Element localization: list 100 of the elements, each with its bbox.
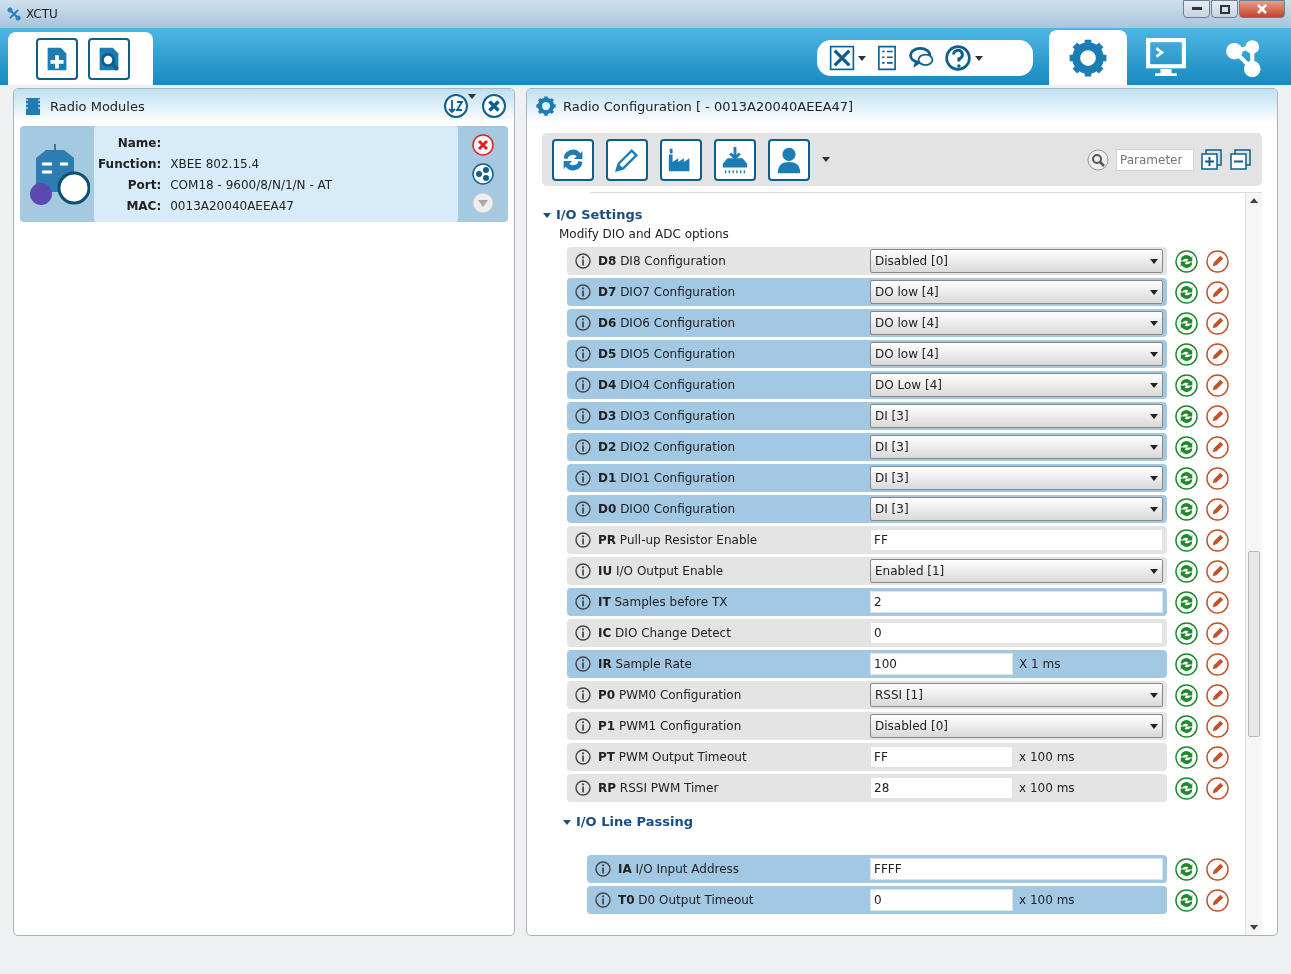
pencil-icon[interactable]	[1206, 435, 1229, 459]
value-field[interactable]: FF	[870, 746, 1013, 768]
value-dropdown[interactable]: Enabled [1]	[870, 559, 1163, 583]
value-dropdown[interactable]: DI [3]	[870, 466, 1163, 490]
info-icon[interactable]	[575, 501, 591, 517]
pencil-icon[interactable]	[1206, 342, 1229, 366]
pencil-icon[interactable]	[1206, 714, 1229, 738]
info-icon[interactable]	[575, 532, 591, 548]
pencil-icon[interactable]	[1206, 683, 1229, 707]
info-icon[interactable]	[595, 861, 611, 877]
refresh-icon[interactable]	[1175, 466, 1198, 490]
value-field[interactable]: 2	[870, 591, 1163, 613]
value-dropdown[interactable]: DO low [4]	[870, 342, 1163, 366]
section-header[interactable]: I/O Line Passing	[562, 814, 693, 829]
default-button[interactable]	[660, 138, 702, 181]
pencil-icon[interactable]	[1206, 857, 1229, 881]
remove-button[interactable]	[472, 134, 494, 156]
pencil-icon[interactable]	[1206, 280, 1229, 304]
info-icon[interactable]	[575, 408, 591, 424]
refresh-icon[interactable]	[1175, 776, 1198, 800]
close-button[interactable]	[1239, 0, 1285, 18]
pencil-icon[interactable]	[1206, 745, 1229, 769]
profile-button[interactable]	[768, 138, 810, 181]
info-icon[interactable]	[575, 315, 591, 331]
refresh-icon[interactable]	[1175, 404, 1198, 428]
pencil-icon[interactable]	[1206, 559, 1229, 583]
value-field[interactable]: 0	[870, 622, 1163, 644]
view-tab[interactable]	[1049, 30, 1127, 85]
info-icon[interactable]	[575, 749, 591, 765]
value-field[interactable]: FFFF	[870, 858, 1163, 880]
refresh-icon[interactable]	[1175, 311, 1198, 335]
add-device-button[interactable]	[36, 37, 78, 80]
scrollbar[interactable]	[1245, 193, 1262, 935]
value-dropdown[interactable]: DI [3]	[870, 435, 1163, 459]
refresh-icon[interactable]	[1175, 683, 1198, 707]
expand-all-icon[interactable]	[1201, 148, 1223, 171]
refresh-icon[interactable]	[1175, 435, 1198, 459]
parameter-search-field[interactable]: Parameter	[1116, 148, 1194, 171]
refresh-icon[interactable]	[1175, 528, 1198, 552]
refresh-icon[interactable]	[1175, 590, 1198, 614]
pencil-icon[interactable]	[1206, 373, 1229, 397]
refresh-icon[interactable]	[1175, 621, 1198, 645]
help-menu-button[interactable]	[944, 44, 983, 72]
pencil-icon[interactable]	[1206, 621, 1229, 645]
refresh-icon[interactable]	[1175, 888, 1198, 912]
refresh-icon[interactable]	[1175, 559, 1198, 583]
pencil-icon[interactable]	[1206, 311, 1229, 335]
info-icon[interactable]	[595, 892, 611, 908]
refresh-icon[interactable]	[1175, 857, 1198, 881]
info-icon[interactable]	[575, 346, 591, 362]
value-field[interactable]: 0	[870, 889, 1013, 911]
info-icon[interactable]	[575, 687, 591, 703]
pencil-icon[interactable]	[1206, 249, 1229, 273]
minimize-button[interactable]	[1183, 0, 1210, 18]
pencil-icon[interactable]	[1206, 466, 1229, 490]
close-panel-button[interactable]	[482, 94, 506, 118]
value-dropdown[interactable]: DO low [4]	[870, 280, 1163, 304]
value-dropdown[interactable]: Disabled [0]	[870, 249, 1163, 273]
update-button[interactable]	[714, 138, 756, 181]
value-field[interactable]: 100	[870, 653, 1013, 675]
scroll-thumb[interactable]	[1248, 551, 1260, 737]
value-dropdown[interactable]: DO low [4]	[870, 311, 1163, 335]
collapse-all-icon[interactable]	[1230, 148, 1252, 171]
pencil-icon[interactable]	[1206, 404, 1229, 428]
module-card[interactable]: Name: Function: XBEE 802.15.4 Port: COM18 - 9600/8/N/1/N - AT MAC: 0013A20040AEEA47	[20, 126, 508, 222]
pencil-icon[interactable]	[1206, 528, 1229, 552]
value-field[interactable]: 28	[870, 777, 1013, 799]
info-icon[interactable]	[575, 377, 591, 393]
write-button[interactable]	[606, 138, 648, 181]
info-icon[interactable]	[575, 470, 591, 486]
info-icon[interactable]	[575, 718, 591, 734]
pencil-icon[interactable]	[1206, 652, 1229, 676]
maximize-button[interactable]	[1211, 0, 1238, 18]
pencil-icon[interactable]	[1206, 497, 1229, 521]
value-dropdown[interactable]: DO Low [4]	[870, 373, 1163, 397]
discover-devices-button[interactable]	[88, 37, 130, 80]
refresh-icon[interactable]	[1175, 714, 1198, 738]
info-icon[interactable]	[575, 594, 591, 610]
network-button[interactable]	[472, 163, 494, 185]
refresh-icon[interactable]	[1175, 745, 1198, 769]
section-header[interactable]: I/O Settings	[542, 207, 643, 222]
pencil-icon[interactable]	[1206, 776, 1229, 800]
refresh-icon[interactable]	[1175, 280, 1198, 304]
tools-menu-button[interactable]	[829, 45, 866, 71]
refresh-icon[interactable]	[1175, 342, 1198, 366]
info-icon[interactable]	[575, 656, 591, 672]
refresh-icon[interactable]	[1175, 652, 1198, 676]
value-dropdown[interactable]: RSSI [1]	[870, 683, 1163, 707]
info-icon[interactable]	[575, 439, 591, 455]
info-icon[interactable]	[575, 284, 591, 300]
pencil-icon[interactable]	[1206, 590, 1229, 614]
sort-menu-button[interactable]	[444, 94, 476, 118]
value-dropdown[interactable]: DI [3]	[870, 404, 1163, 428]
refresh-icon[interactable]	[1175, 373, 1198, 397]
info-icon[interactable]	[575, 780, 591, 796]
refresh-icon[interactable]	[1175, 249, 1198, 273]
pencil-icon[interactable]	[1206, 888, 1229, 912]
refresh-icon[interactable]	[1175, 497, 1198, 521]
value-field[interactable]: FF	[870, 529, 1163, 551]
read-button[interactable]	[552, 138, 594, 181]
